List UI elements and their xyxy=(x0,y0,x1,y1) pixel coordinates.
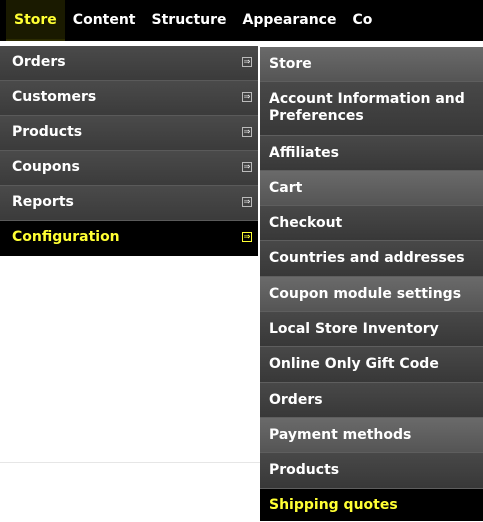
submenu-arrow-icon: ⇒ xyxy=(242,57,252,67)
submenu-arrow-icon: ⇒ xyxy=(242,127,252,137)
submenu-item-products[interactable]: Products xyxy=(260,453,483,489)
menu-item-coupons[interactable]: Coupons ⇒ xyxy=(0,151,258,186)
submenu-arrow-icon: ⇒ xyxy=(242,162,252,172)
menu-item-orders[interactable]: Orders ⇒ xyxy=(0,46,258,81)
top-menu-store[interactable]: Store xyxy=(6,0,65,41)
menu-item-label: Reports xyxy=(12,194,74,210)
top-menu-truncated[interactable]: Co xyxy=(344,0,380,41)
submenu-arrow-icon: ⇒ xyxy=(242,232,252,242)
submenu-item-shipping-quotes[interactable]: Shipping quotes xyxy=(260,489,483,521)
submenu-item-checkout[interactable]: Checkout xyxy=(260,206,483,241)
menu-item-label: Coupons xyxy=(12,159,80,175)
top-menu-structure[interactable]: Structure xyxy=(144,0,235,41)
submenu-item-local-store-inventory[interactable]: Local Store Inventory xyxy=(260,312,483,347)
menu-item-configuration[interactable]: Configuration ⇒ xyxy=(0,221,258,256)
submenu-item-online-only-gift-code[interactable]: Online Only Gift Code xyxy=(260,347,483,383)
menu-item-customers[interactable]: Customers ⇒ xyxy=(0,81,258,116)
menu-item-label: Configuration xyxy=(12,229,120,245)
submenu-item-store[interactable]: Store xyxy=(260,47,483,82)
page-divider xyxy=(0,462,260,463)
menu-item-label: Orders xyxy=(12,54,66,70)
configuration-submenu: Store Account Information and Preference… xyxy=(260,47,483,521)
submenu-arrow-icon: ⇒ xyxy=(242,92,252,102)
menu-item-label: Products xyxy=(12,124,83,140)
top-menu-content[interactable]: Content xyxy=(65,0,144,41)
submenu-item-label: Account Information and Preferences xyxy=(269,91,465,124)
submenu-arrow-icon: ⇒ xyxy=(242,197,252,207)
submenu-item-countries-and-addresses[interactable]: Countries and addresses xyxy=(260,241,483,277)
submenu-item-coupon-module-settings[interactable]: Coupon module settings xyxy=(260,277,483,312)
store-dropdown-menu: Orders ⇒ Customers ⇒ Products ⇒ Coupons … xyxy=(0,46,258,256)
submenu-item-affiliates[interactable]: Affiliates xyxy=(260,136,483,171)
submenu-item-account-information[interactable]: Account Information and Preferences xyxy=(260,82,483,136)
submenu-item-orders[interactable]: Orders xyxy=(260,383,483,418)
submenu-item-cart[interactable]: Cart xyxy=(260,171,483,206)
admin-menu-bar: Store Content Structure Appearance Co xyxy=(0,0,483,41)
submenu-item-payment-methods[interactable]: Payment methods xyxy=(260,418,483,453)
menu-item-reports[interactable]: Reports ⇒ xyxy=(0,186,258,221)
menu-item-label: Customers xyxy=(12,89,97,105)
menu-item-products[interactable]: Products ⇒ xyxy=(0,116,258,151)
top-menu-appearance[interactable]: Appearance xyxy=(235,0,345,41)
